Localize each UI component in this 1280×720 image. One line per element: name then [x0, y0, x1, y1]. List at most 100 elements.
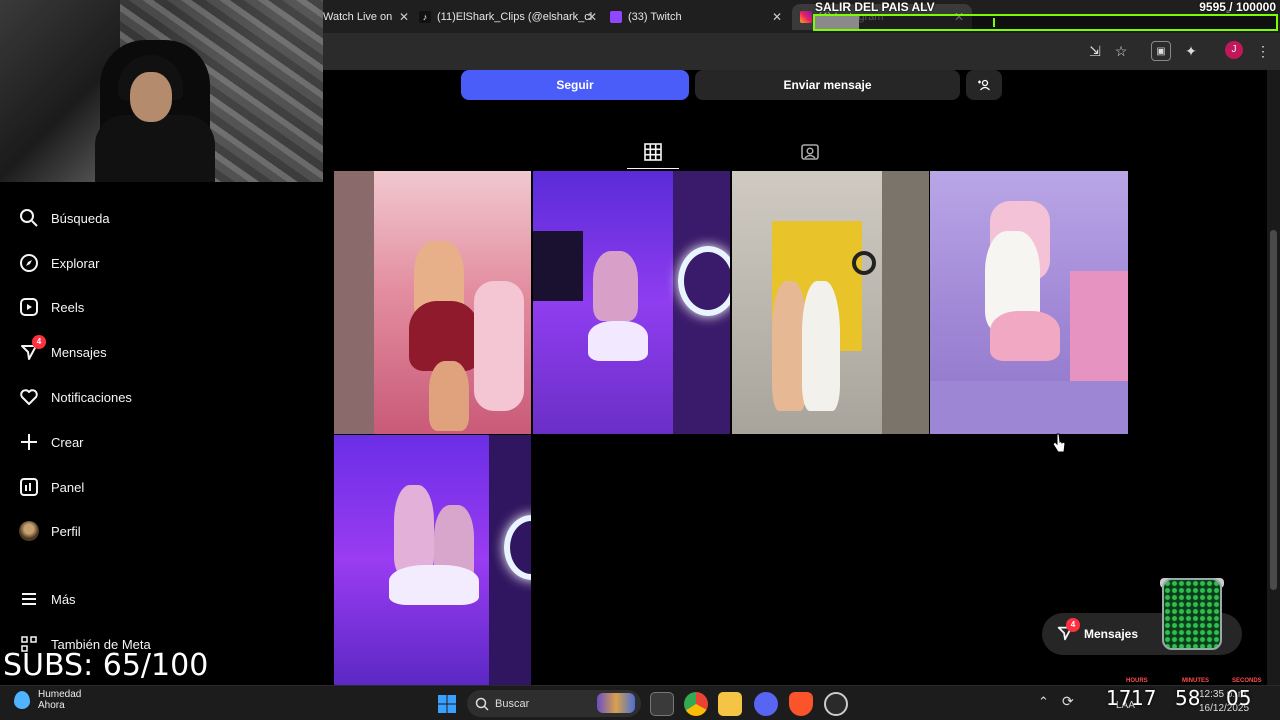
close-icon[interactable]: ✕	[587, 10, 597, 24]
add-user-icon	[978, 79, 990, 91]
scroll-thumb[interactable]	[1270, 230, 1277, 590]
browser-toolbar: ⇲ ☆ ▣ ✦ ⋮	[323, 33, 1280, 70]
tab-watch-live[interactable]: Watch Live on ✕	[323, 4, 409, 30]
sidebar-item-notificaciones[interactable]: Notificaciones	[18, 385, 132, 409]
chrome-icon[interactable]	[684, 692, 708, 716]
close-icon[interactable]: ✕	[772, 10, 782, 24]
weather-subtitle: Ahora	[38, 700, 65, 711]
messages-label: Mensajes	[1084, 627, 1139, 641]
post-thumbnail[interactable]	[732, 171, 929, 434]
sidebar-item-explorar[interactable]: Explorar	[18, 251, 99, 275]
sidebar-item-reels[interactable]: Reels	[18, 295, 84, 319]
media-icon[interactable]: ▣	[1151, 41, 1171, 61]
menu-dots-icon[interactable]: ⋮	[1253, 41, 1273, 61]
sidebar-item-label: Notificaciones	[51, 389, 132, 405]
tab-twitch[interactable]: (33) Twitch ✕	[610, 4, 782, 30]
sidebar-item-label: Más	[51, 591, 76, 607]
weather-widget[interactable]: Humedad Ahora	[14, 689, 81, 711]
webcam-feed	[0, 0, 323, 182]
page-scrollbar[interactable]	[1267, 70, 1280, 685]
tiktok-icon: ♪	[419, 11, 431, 23]
active-tab-indicator	[627, 168, 679, 169]
timer-seconds: 05	[1226, 686, 1252, 710]
figure	[593, 251, 638, 321]
figure	[802, 281, 840, 411]
send-message-button[interactable]: Enviar mensaje	[695, 70, 960, 100]
search-icon	[475, 697, 489, 711]
pink-chair	[474, 281, 524, 411]
timer-minutes-label: MINUTES	[1182, 678, 1209, 684]
reels-icon	[18, 296, 40, 318]
sidebar-item-label: Explorar	[51, 255, 100, 271]
taskbar-search[interactable]: Buscar	[467, 690, 641, 717]
sidebar-item-label: Búsqueda	[51, 210, 110, 226]
figure-skirts	[389, 565, 479, 605]
chevron-up-icon[interactable]: ⌃	[1038, 694, 1049, 710]
menu-icon	[18, 588, 40, 610]
obs-icon[interactable]	[824, 692, 848, 716]
grid-icon[interactable]	[644, 143, 662, 161]
goal-progress-fill	[815, 16, 860, 29]
goal-count: 9595 / 100000	[1199, 0, 1276, 14]
suggest-user-button[interactable]	[966, 70, 1002, 100]
tip-jar-overlay	[1162, 578, 1222, 650]
instagram-icon	[800, 11, 812, 23]
brave-icon[interactable]	[789, 692, 813, 716]
tab-tiktok[interactable]: ♪ (11)ElShark_Clips (@elshark_cl ✕	[419, 4, 597, 30]
timer-hours-label: HOURS	[1126, 678, 1148, 684]
twitch-icon	[610, 11, 622, 23]
search-placeholder: Buscar	[495, 697, 530, 710]
avatar-icon	[18, 520, 40, 542]
bookmark-star-icon[interactable]: ☆	[1111, 41, 1131, 61]
tagged-icon[interactable]	[801, 143, 819, 161]
task-view-icon[interactable]	[650, 692, 674, 716]
search-highlight-icon	[597, 693, 635, 713]
hand-cursor-icon	[1052, 433, 1066, 453]
wall-ring	[852, 251, 876, 275]
timer-hours-prefix: 17	[1106, 686, 1132, 710]
timer-seconds-label: SECONDS	[1232, 678, 1262, 684]
sidebar-item-panel[interactable]: Panel	[18, 475, 84, 499]
monitor	[533, 231, 583, 301]
install-app-icon[interactable]: ⇲	[1085, 41, 1105, 61]
windows-taskbar: Humedad Ahora Buscar ⌃ ⟳ LAA 12:35 p. m.…	[0, 678, 1280, 720]
streamer-face	[130, 72, 172, 122]
post-thumbnail[interactable]	[334, 171, 531, 434]
post-thumbnail[interactable]	[533, 171, 730, 434]
plus-icon	[18, 431, 40, 453]
profile-main: Seguir Enviar mensaje	[323, 70, 1267, 685]
sidebar-item-perfil[interactable]: Perfil	[18, 519, 81, 543]
sync-icon[interactable]: ⟳	[1062, 693, 1074, 710]
tab-title: (33) Twitch	[628, 11, 682, 23]
sidebar-item-mas[interactable]: Más	[18, 587, 76, 611]
extensions-icon[interactable]: ✦	[1181, 41, 1201, 61]
windows-start-icon[interactable]	[435, 692, 459, 716]
sidebar-item-label: Mensajes	[51, 344, 107, 360]
goal-marker	[993, 18, 995, 27]
follow-button[interactable]: Seguir	[461, 70, 689, 100]
tab-title: (11)ElShark_Clips (@elshark_cl	[437, 11, 593, 23]
water-drop-icon	[14, 691, 30, 709]
sidebar-item-label: Perfil	[51, 523, 81, 539]
post-thumbnail[interactable]	[930, 171, 1128, 434]
figure-skirt	[588, 321, 648, 361]
sidebar-item-busqueda[interactable]: Búsqueda	[18, 206, 110, 230]
door	[334, 171, 374, 434]
file-explorer-icon[interactable]	[718, 692, 742, 716]
notification-badge: 4	[1066, 618, 1080, 632]
streamer-body	[95, 115, 215, 182]
discord-icon[interactable]	[754, 692, 778, 716]
timer-hours: 17	[1131, 686, 1157, 710]
sidebar-item-label: Panel	[51, 479, 85, 495]
figure-skirt	[990, 311, 1060, 361]
figure-legs	[429, 361, 469, 431]
close-icon[interactable]: ✕	[399, 10, 409, 24]
sidebar-item-crear[interactable]: Crear	[18, 430, 84, 454]
goal-progress-bar	[813, 14, 1278, 31]
dashboard-icon	[18, 476, 40, 498]
post-thumbnail[interactable]	[334, 435, 531, 685]
sidebar-item-mensajes[interactable]: 4 Mensajes	[18, 335, 107, 364]
timer-minutes: 58	[1175, 686, 1201, 710]
profile-avatar[interactable]: J	[1225, 41, 1243, 59]
goal-title: SALIR DEL PAIS ALV	[815, 0, 935, 14]
